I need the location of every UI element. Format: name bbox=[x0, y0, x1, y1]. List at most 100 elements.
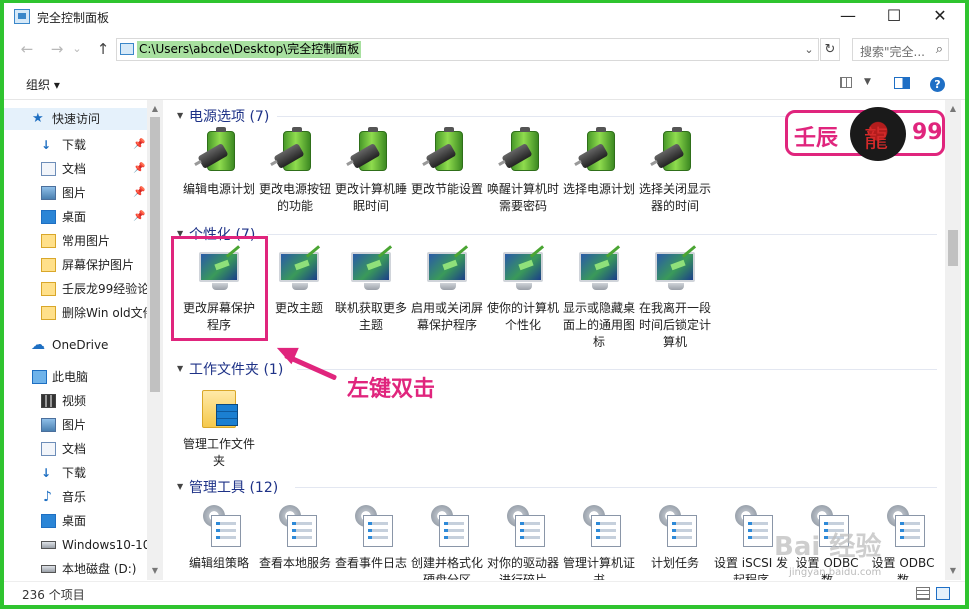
sidebar-item-label: 下载 bbox=[62, 138, 87, 152]
power-options-icon bbox=[501, 127, 545, 177]
chevron-down-icon[interactable]: ▼ bbox=[864, 77, 871, 87]
sidebar-item-label: OneDrive bbox=[52, 338, 109, 352]
sidebar-item-music[interactable]: ♪ 音乐 bbox=[4, 486, 148, 508]
sidebar-item-label: 图片 bbox=[62, 186, 87, 200]
sidebar-item-videos[interactable]: 视频 bbox=[4, 390, 148, 412]
chevron-down-icon[interactable]: ⌄ bbox=[802, 41, 816, 58]
chevron-down-icon[interactable]: ▼ bbox=[177, 111, 183, 120]
star-icon: ★ bbox=[32, 111, 44, 126]
folder-icon bbox=[41, 282, 56, 296]
recent-locations-dropdown[interactable]: ⌄ bbox=[70, 38, 84, 60]
admin-tools-icon bbox=[199, 505, 241, 551]
up-button[interactable]: ↑ bbox=[92, 38, 114, 60]
admin-tools-icon bbox=[427, 505, 469, 551]
power-options-icon bbox=[197, 127, 241, 177]
forward-button[interactable]: → bbox=[46, 38, 68, 60]
organize-menu[interactable]: 组织 ▾ bbox=[26, 76, 60, 93]
sidebar-item-label: 壬辰龙99经验论 bbox=[62, 282, 148, 296]
sidebar-item-drive[interactable]: Windows10-10 bbox=[4, 534, 148, 556]
help-icon[interactable]: ? bbox=[930, 77, 945, 92]
back-button[interactable]: ← bbox=[16, 38, 38, 60]
item-label: 创建并格式化硬盘分区 bbox=[410, 556, 483, 580]
search-icon[interactable]: ⌕ bbox=[936, 42, 943, 57]
refresh-button[interactable]: ↻ bbox=[820, 38, 840, 61]
sidebar-item-label: 桌面 bbox=[62, 210, 87, 224]
pin-icon[interactable]: 📌 bbox=[133, 134, 145, 156]
sidebar-item-pictures[interactable]: 图片 bbox=[4, 414, 148, 436]
item-label: 查看事件日志 bbox=[334, 556, 407, 570]
item-label: 联机获取更多主题 bbox=[334, 301, 407, 332]
item-label: 更改节能设置 bbox=[410, 182, 483, 196]
group-title: 管理工具 (12) bbox=[189, 480, 279, 496]
monitor-icon bbox=[427, 245, 469, 296]
sidebar-item-folder[interactable]: 常用图片 bbox=[4, 230, 148, 252]
sidebar-item-documents[interactable]: 文档 📌 bbox=[4, 158, 148, 180]
address-bar[interactable]: C:\Users\abcde\Desktop\完全控制面板 ⌄ bbox=[116, 38, 819, 61]
scroll-up-arrow[interactable]: ▲ bbox=[147, 102, 163, 116]
details-view-icon[interactable] bbox=[916, 587, 930, 600]
large-icons-view-icon[interactable] bbox=[936, 587, 950, 600]
pin-icon[interactable]: 📌 bbox=[133, 182, 145, 204]
control-panel-icon bbox=[14, 9, 30, 24]
search-input[interactable]: 搜索"完全... ⌕ bbox=[852, 38, 949, 61]
admin-tools-icon bbox=[731, 505, 773, 551]
sidebar-item-quick-access[interactable]: ★ 快速访问 bbox=[4, 108, 148, 130]
drive-icon bbox=[41, 541, 56, 549]
folder-icon bbox=[41, 258, 56, 272]
item-label: 计划任务 bbox=[650, 556, 699, 570]
sidebar-item-desktop[interactable]: 桌面 📌 bbox=[4, 206, 148, 228]
close-button[interactable]: ✕ bbox=[917, 3, 963, 31]
desktop-icon bbox=[41, 210, 56, 224]
preview-pane-icon[interactable] bbox=[894, 77, 910, 89]
admin-tools-icon bbox=[655, 505, 697, 551]
logo-number: 99 bbox=[912, 120, 943, 145]
item-label: 在我离开一段时间后锁定计算机 bbox=[638, 301, 711, 349]
sidebar-item-drive[interactable]: 本地磁盘 (D:) bbox=[4, 558, 148, 580]
content-scrollbar[interactable]: ▲ ▼ bbox=[945, 100, 961, 580]
group-divider bbox=[295, 487, 937, 488]
maximize-button[interactable]: ☐ bbox=[871, 3, 917, 31]
scroll-down-arrow[interactable]: ▼ bbox=[945, 564, 961, 578]
sidebar-item-label: 文档 bbox=[62, 442, 87, 456]
sidebar-item-downloads[interactable]: ↓ 下载 bbox=[4, 462, 148, 484]
pin-icon[interactable]: 📌 bbox=[133, 158, 145, 180]
item-label: 编辑电源计划 bbox=[182, 182, 255, 196]
power-options-icon bbox=[273, 127, 317, 177]
view-options-icon[interactable] bbox=[840, 77, 852, 88]
admin-tools-icon bbox=[883, 505, 925, 551]
sidebar-item-folder[interactable]: 删除Win old文件 bbox=[4, 302, 148, 324]
item-label: 更改主题 bbox=[274, 301, 323, 315]
sidebar-item-this-pc[interactable]: 此电脑 bbox=[4, 366, 148, 388]
admin-tools-icon bbox=[579, 505, 621, 551]
sidebar-scrollbar[interactable]: ▲ ▼ bbox=[147, 100, 163, 580]
chevron-down-icon[interactable]: ▼ bbox=[177, 482, 183, 491]
download-arrow-icon: ↓ bbox=[41, 138, 52, 152]
pin-icon[interactable]: 📌 bbox=[133, 206, 145, 228]
scroll-up-arrow[interactable]: ▲ bbox=[945, 102, 961, 116]
navigation-bar: ← → ⌄ ↑ C:\Users\abcde\Desktop\完全控制面板 ⌄ … bbox=[4, 35, 965, 65]
sidebar-item-folder[interactable]: 屏幕保护图片 bbox=[4, 254, 148, 276]
navigation-pane: ★ 快速访问 ↓ 下载 📌 文档 📌 图片 📌 桌面 📌 常用图片 屏幕保护图片… bbox=[4, 100, 163, 580]
scrollbar-thumb[interactable] bbox=[948, 230, 958, 266]
group-title: 电源选项 (7) bbox=[189, 109, 270, 125]
chevron-down-icon[interactable]: ▼ bbox=[177, 364, 183, 373]
sidebar-item-desktop[interactable]: 桌面 bbox=[4, 510, 148, 532]
sidebar-item-documents[interactable]: 文档 bbox=[4, 438, 148, 460]
monitor-icon bbox=[655, 245, 697, 296]
minimize-button[interactable]: — bbox=[825, 3, 871, 31]
sidebar-item-onedrive[interactable]: ☁ OneDrive bbox=[4, 334, 148, 356]
scroll-down-arrow[interactable]: ▼ bbox=[147, 564, 163, 578]
picture-icon bbox=[41, 418, 56, 432]
address-text[interactable]: C:\Users\abcde\Desktop\完全控制面板 bbox=[137, 41, 362, 58]
status-bar: 236 个项目 bbox=[4, 581, 965, 605]
scrollbar-thumb[interactable] bbox=[150, 117, 160, 392]
item-label: 编辑组策略 bbox=[188, 556, 249, 570]
sidebar-item-label: 文档 bbox=[62, 162, 87, 176]
item-label: 选择电源计划 bbox=[562, 182, 635, 196]
sidebar-item-downloads[interactable]: ↓ 下载 📌 bbox=[4, 134, 148, 156]
sidebar-item-pictures[interactable]: 图片 📌 bbox=[4, 182, 148, 204]
monitor-icon bbox=[579, 245, 621, 296]
sidebar-item-folder[interactable]: 壬辰龙99经验论 bbox=[4, 278, 148, 300]
admin-tools-icon bbox=[503, 505, 545, 551]
sidebar-item-label: 视频 bbox=[62, 394, 87, 408]
